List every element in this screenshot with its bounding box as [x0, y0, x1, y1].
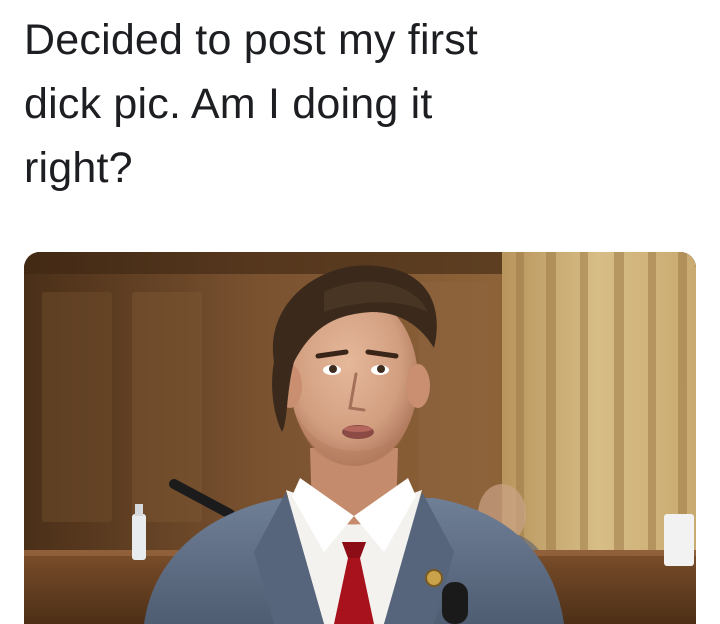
caption-line-3: right?	[24, 144, 133, 192]
caption-line-1: Decided to post my first	[24, 16, 479, 64]
meme-post: Decided to post my first dick pic. Am I …	[0, 0, 720, 624]
post-caption: Decided to post my first dick pic. Am I …	[24, 8, 684, 200]
post-photo[interactable]	[24, 252, 696, 624]
caption-line-2: dick pic. Am I doing it	[24, 80, 433, 128]
photo-illustration	[24, 252, 696, 624]
